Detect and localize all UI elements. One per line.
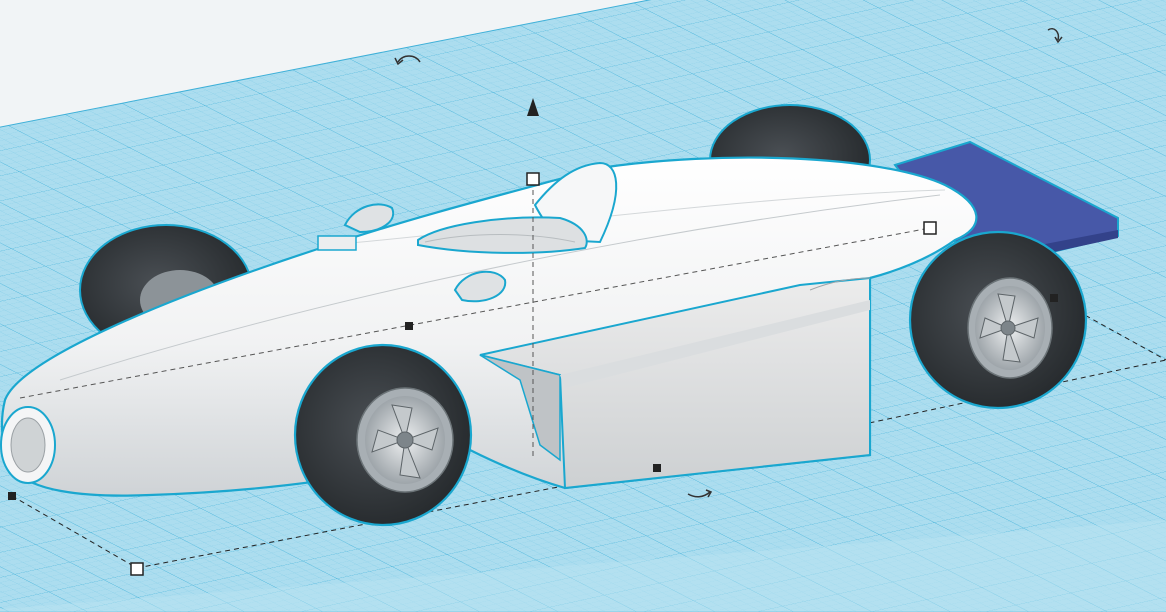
nose-intake[interactable] — [0, 406, 56, 484]
handle-edge-left[interactable] — [8, 492, 16, 500]
handle-center-top[interactable] — [405, 322, 413, 330]
handle-corner-front-left[interactable] — [130, 562, 144, 576]
workplane-viewport[interactable] — [0, 0, 1166, 612]
scene-canvas[interactable] — [0, 0, 1166, 612]
handle-edge-front[interactable] — [653, 464, 661, 472]
handle-corner-back-right[interactable] — [923, 221, 937, 235]
rear-wheel-near[interactable] — [908, 230, 1088, 410]
front-wheel-near[interactable] — [293, 343, 473, 527]
handle-top-height[interactable] — [526, 172, 540, 186]
handle-edge-right[interactable] — [1050, 294, 1058, 302]
